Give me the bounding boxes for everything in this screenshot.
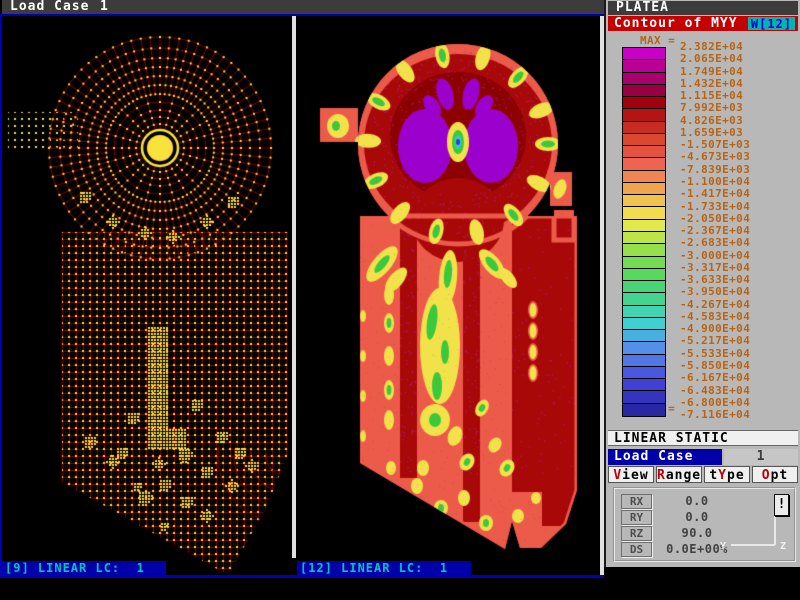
analysis-type-label: LINEAR STATIC: [608, 430, 798, 446]
left-window-titlebar: Load Case 1: [2, 0, 604, 14]
view-button[interactable]: View: [608, 466, 654, 483]
load-case-selector[interactable]: Load Case: [608, 449, 722, 465]
rz-label: RZ: [621, 526, 652, 541]
legend-swatch: [623, 379, 665, 391]
platea-app: { "left_viewport": { "title": "Load Case…: [0, 0, 800, 600]
window-badge[interactable]: W[12]: [748, 17, 795, 30]
app-title-bar: PLATEA: [608, 1, 798, 15]
legend-value: -4.267E+04: [680, 299, 750, 311]
legend-value: -6.483E+04: [680, 385, 750, 397]
legend-value: -7.839E+03: [680, 164, 750, 176]
legend-value: -6.167E+04: [680, 372, 750, 384]
load-case-number: 1: [100, 0, 109, 14]
legend-swatch: [623, 391, 665, 403]
legend-swatch: [623, 306, 665, 318]
legend-value: 4.826E+03: [680, 115, 743, 127]
contour-viewport[interactable]: [296, 16, 600, 575]
legend-value: 1.115E+04: [680, 90, 743, 102]
legend-swatch: [623, 134, 665, 146]
ds-label: DS: [621, 542, 652, 557]
load-case-value[interactable]: 1: [724, 449, 798, 465]
legend-value: -3.317E+04: [680, 262, 750, 274]
legend-swatch: [623, 171, 665, 183]
exclamation-button[interactable]: !: [774, 494, 789, 516]
legend-value: -4.583E+04: [680, 311, 750, 323]
legend-value: -1.733E+04: [680, 201, 750, 213]
legend-value: -6.800E+04: [680, 397, 750, 409]
app-title: PLATEA: [616, 0, 669, 15]
legend-swatch: [623, 342, 665, 354]
legend-swatch: [623, 355, 665, 367]
legend-value: -1.417E+04: [680, 188, 750, 200]
legend-value: -2.683E+04: [680, 237, 750, 249]
contour-status-bar: [12] LINEAR LC: 1: [297, 561, 471, 576]
opt-button[interactable]: Opt: [752, 466, 798, 483]
legend-value: -3.950E+04: [680, 286, 750, 298]
mesh-viewport[interactable]: [2, 16, 292, 575]
legend-swatch: [623, 195, 665, 207]
control-panel: PLATEA Contour of MYY W[12] MAX = MIN = …: [604, 0, 800, 567]
legend-value: -4.673E+03: [680, 151, 750, 163]
rotation-group-box: RX 0.0 RY 0.0 RZ 90.0 DS 0.0E+00% X Y Z …: [613, 487, 796, 562]
legend-value: -1.507E+03: [680, 139, 750, 151]
type-button[interactable]: tYpe: [704, 466, 750, 483]
legend-value: -7.116E+04: [680, 409, 750, 421]
legend-swatch: [623, 293, 665, 305]
legend-value: -3.000E+04: [680, 250, 750, 262]
legend-value: -2.367E+04: [680, 225, 750, 237]
load-case-title: Load Case: [10, 0, 89, 14]
legend-swatch: [623, 244, 665, 256]
range-button[interactable]: Range: [656, 466, 702, 483]
legend-swatch: [623, 269, 665, 281]
legend-value: 1.432E+04: [680, 78, 743, 90]
legend-swatch: [623, 122, 665, 134]
legend-max-label: MAX =: [640, 35, 675, 47]
legend-swatch: [623, 367, 665, 379]
legend-swatch: [623, 183, 665, 195]
legend-swatch: [623, 281, 665, 293]
legend-value: -3.633E+04: [680, 274, 750, 286]
legend-swatch: [623, 109, 665, 121]
legend-value: 7.992E+03: [680, 102, 743, 114]
legend-value: 1.659E+03: [680, 127, 743, 139]
legend-swatch: [623, 220, 665, 232]
legend-value: 1.749E+04: [680, 66, 743, 78]
legend-swatch-column: [622, 47, 666, 417]
legend-value: -1.100E+04: [680, 176, 750, 188]
axis-z-label: Z: [780, 541, 786, 552]
legend-swatch: [623, 158, 665, 170]
legend-swatch: [623, 232, 665, 244]
mesh-status-bar: [9] LINEAR LC: 1: [2, 561, 166, 576]
legend-swatch: [623, 60, 665, 72]
legend-swatch: [623, 257, 665, 269]
legend-value: -4.900E+04: [680, 323, 750, 335]
legend-value: -2.050E+04: [680, 213, 750, 225]
legend-swatch: [623, 318, 665, 330]
axis-y-label: Y: [720, 541, 726, 552]
legend-value: 2.065E+04: [680, 53, 743, 65]
legend-swatch: [623, 97, 665, 109]
legend-swatch: [623, 85, 665, 97]
legend-value: -5.533E+04: [680, 348, 750, 360]
legend-value: 2.382E+04: [680, 41, 743, 53]
legend-value: -5.217E+04: [680, 335, 750, 347]
legend-swatch: [623, 73, 665, 85]
legend-swatch: [623, 207, 665, 219]
contour-title-bar: Contour of MYY W[12]: [608, 16, 798, 31]
contour-title: Contour of MYY: [614, 16, 738, 31]
legend-swatch: [623, 146, 665, 158]
rx-label: RX: [621, 494, 652, 509]
ry-label: RY: [621, 510, 652, 525]
legend-swatch: [623, 330, 665, 342]
legend-swatch: [623, 404, 665, 416]
legend-swatch: [623, 48, 665, 60]
legend-value: -5.850E+04: [680, 360, 750, 372]
